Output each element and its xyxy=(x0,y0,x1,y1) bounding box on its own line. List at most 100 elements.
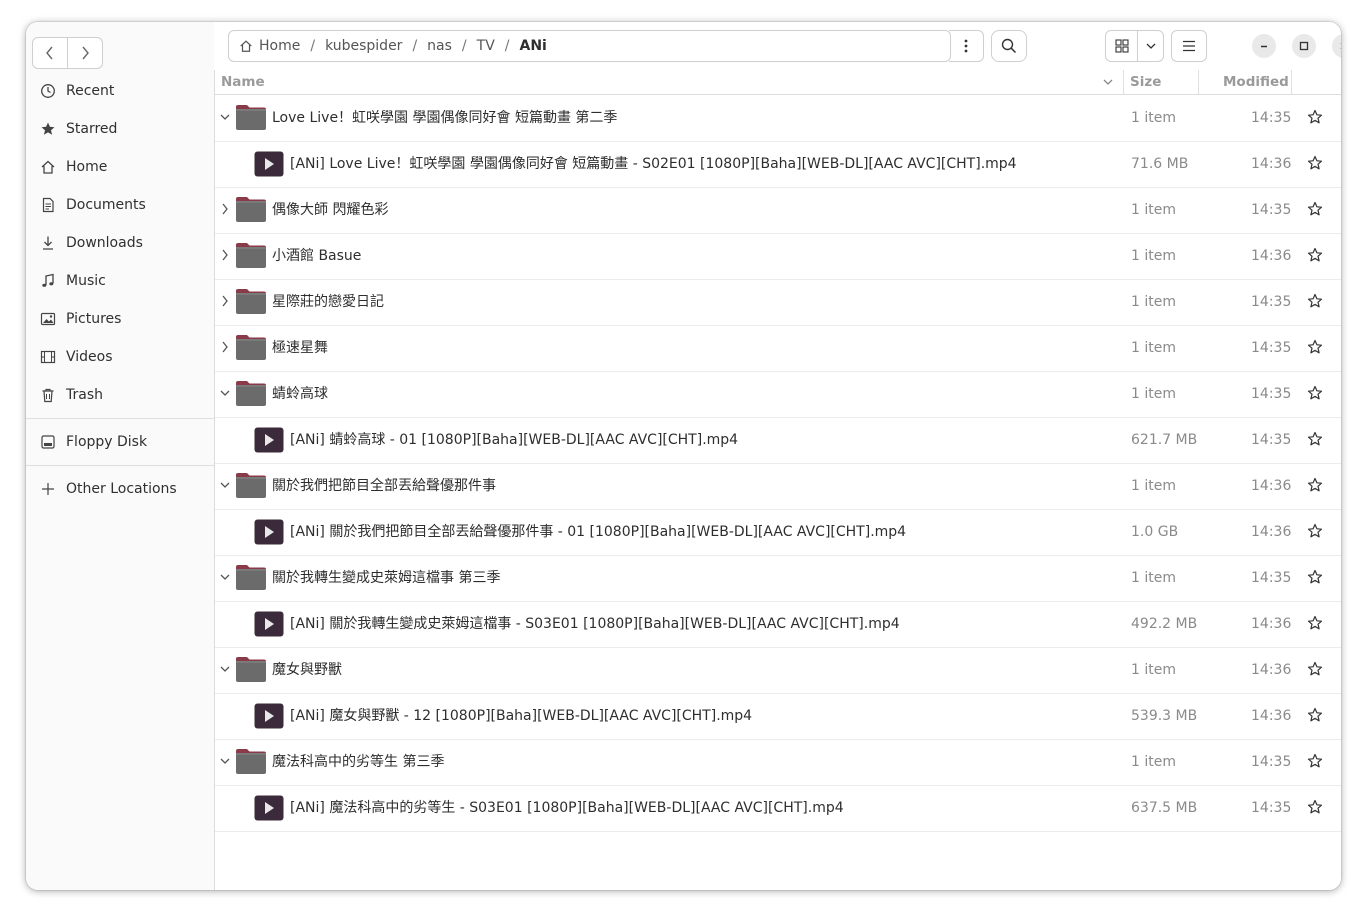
sidebar-item-downloads[interactable]: Downloads xyxy=(34,228,206,258)
star-outline-icon[interactable] xyxy=(1307,339,1325,357)
file-row[interactable]: [ANi] 蜻蛉高球 - 01 [1080P][Baha][WEB-DL][AA… xyxy=(215,417,1341,464)
chevron-down-icon[interactable] xyxy=(219,661,231,677)
folder-row[interactable]: 偶像大師 閃耀色彩 1 item 14:35 xyxy=(215,187,1341,234)
modified-cell: 14:35 xyxy=(1251,432,1292,448)
modified-cell: 14:35 xyxy=(1251,202,1292,218)
star-outline-icon[interactable] xyxy=(1307,523,1325,541)
chevron-right-icon xyxy=(82,46,89,60)
chevron-right-icon[interactable] xyxy=(219,293,231,309)
file-row[interactable]: [ANi] Love Live！虹咲學園 學園偶像同好會 短篇動畫 - S02E… xyxy=(215,141,1341,188)
star-outline-icon[interactable] xyxy=(1307,753,1325,771)
sidebar-item-other-locations[interactable]: Other Locations xyxy=(34,474,206,504)
file-name: [ANi] 魔女與野獸 - 12 [1080P][Baha][WEB-DL][A… xyxy=(290,708,753,724)
star-outline-icon[interactable] xyxy=(1307,431,1325,449)
breadcrumb-home[interactable]: Home xyxy=(259,38,300,54)
sidebar-item-music[interactable]: Music xyxy=(34,266,206,296)
sidebar-item-videos[interactable]: Videos xyxy=(34,342,206,372)
file-row[interactable]: [ANi] 魔法科高中的劣等生 - S03E01 [1080P][Baha][W… xyxy=(215,785,1341,832)
chevron-down-icon[interactable] xyxy=(219,753,231,769)
sort-descending-icon[interactable] xyxy=(1103,78,1113,86)
modified-cell: 14:35 xyxy=(1251,754,1292,770)
maximize-button[interactable] xyxy=(1292,34,1316,58)
minimize-button[interactable] xyxy=(1252,34,1276,58)
breadcrumb-kubespider[interactable]: kubespider xyxy=(325,38,402,54)
sidebar-item-recent[interactable]: Recent xyxy=(34,76,206,106)
sidebar-item-label: Trash xyxy=(66,387,103,403)
video-file-icon xyxy=(254,519,284,545)
sidebar-item-trash[interactable]: Trash xyxy=(34,380,206,410)
breadcrumb-tv[interactable]: TV xyxy=(477,38,495,54)
star-outline-icon[interactable] xyxy=(1307,569,1325,587)
folder-row[interactable]: Love Live！虹咲學園 學園偶像同好會 短篇動畫 第二季 1 item 14:… xyxy=(215,95,1341,142)
chevron-right-icon[interactable] xyxy=(219,339,231,355)
size-cell: 1 item xyxy=(1131,110,1176,126)
chevron-down-icon[interactable] xyxy=(219,385,231,401)
size-cell: 1 item xyxy=(1131,754,1176,770)
modified-cell: 14:35 xyxy=(1251,340,1292,356)
folder-row[interactable]: 星際莊的戀愛日記 1 item 14:35 xyxy=(215,279,1341,326)
star-outline-icon[interactable] xyxy=(1307,201,1325,219)
sidebar-item-pictures[interactable]: Pictures xyxy=(34,304,206,334)
size-cell: 492.2 MB xyxy=(1131,616,1198,632)
folder-name: 偶像大師 閃耀色彩 xyxy=(272,202,389,218)
folder-row[interactable]: 關於我們把節目全部丟給聲優那件事 1 item 14:36 xyxy=(215,463,1341,510)
chevron-down-icon xyxy=(1146,43,1155,49)
star-icon xyxy=(38,119,58,139)
folder-row[interactable]: 關於我轉生變成史萊姆這檔事 第三季 1 item 14:35 xyxy=(215,555,1341,602)
column-header-name[interactable]: Name xyxy=(221,70,265,94)
home-icon xyxy=(38,157,58,177)
star-outline-icon[interactable] xyxy=(1307,247,1325,265)
folder-row[interactable]: 魔女與野獸 1 item 14:36 xyxy=(215,647,1341,694)
chevron-down-icon[interactable] xyxy=(219,569,231,585)
star-outline-icon[interactable] xyxy=(1307,477,1325,495)
chevron-down-icon[interactable] xyxy=(219,109,231,125)
star-outline-icon[interactable] xyxy=(1307,707,1325,725)
path-menu-button[interactable] xyxy=(949,30,984,62)
picture-icon xyxy=(38,309,58,329)
folder-row[interactable]: 蜻蛉高球 1 item 14:35 xyxy=(215,371,1341,418)
column-header-modified[interactable]: Modified xyxy=(1223,70,1289,94)
sidebar-item-home[interactable]: Home xyxy=(34,152,206,182)
column-header-size[interactable]: Size xyxy=(1130,70,1161,94)
sidebar-item-starred[interactable]: Starred xyxy=(34,114,206,144)
chevron-right-icon[interactable] xyxy=(219,201,231,217)
star-outline-icon[interactable] xyxy=(1307,385,1325,403)
sidebar-item-label: Downloads xyxy=(66,235,143,251)
sidebar-item-documents[interactable]: Documents xyxy=(34,190,206,220)
folder-row[interactable]: 魔法科高中的劣等生 第三季 1 item 14:35 xyxy=(215,739,1341,786)
main-menu-button[interactable] xyxy=(1171,30,1207,62)
video-file-icon xyxy=(254,611,284,637)
music-icon xyxy=(38,271,58,291)
folder-row[interactable]: 小酒館 Basue 1 item 14:36 xyxy=(215,233,1341,280)
folder-row[interactable]: 極速星舞 1 item 14:35 xyxy=(215,325,1341,372)
breadcrumb-current[interactable]: ANi xyxy=(520,38,547,54)
search-button[interactable] xyxy=(991,30,1027,62)
folder-icon xyxy=(235,655,267,683)
chevron-right-icon[interactable] xyxy=(219,247,231,263)
sidebar-item-label: Pictures xyxy=(66,311,122,327)
back-button[interactable] xyxy=(32,37,68,69)
breadcrumb-nas[interactable]: nas xyxy=(427,38,452,54)
star-outline-icon[interactable] xyxy=(1307,155,1325,173)
forward-button[interactable] xyxy=(68,37,103,69)
file-row[interactable]: [ANi] 關於我轉生變成史萊姆這檔事 - S03E01 [1080P][Bah… xyxy=(215,601,1341,648)
chevron-down-icon[interactable] xyxy=(219,477,231,493)
star-outline-icon[interactable] xyxy=(1307,661,1325,679)
size-cell: 1 item xyxy=(1131,570,1176,586)
folder-name: 星際莊的戀愛日記 xyxy=(272,294,384,310)
modified-cell: 14:36 xyxy=(1251,156,1292,172)
star-outline-icon[interactable] xyxy=(1307,109,1325,127)
size-cell: 1 item xyxy=(1131,662,1176,678)
sidebar-item-label: Videos xyxy=(66,349,113,365)
file-row[interactable]: [ANi] 魔女與野獸 - 12 [1080P][Baha][WEB-DL][A… xyxy=(215,693,1341,740)
close-button[interactable] xyxy=(1332,34,1341,58)
file-row[interactable]: [ANi] 關於我們把節目全部丟給聲優那件事 - 01 [1080P][Baha… xyxy=(215,509,1341,556)
view-options-button[interactable] xyxy=(1137,30,1164,62)
view-grid-button[interactable] xyxy=(1105,30,1139,62)
star-outline-icon[interactable] xyxy=(1307,799,1325,817)
file-name: [ANi] Love Live！虹咲學園 學園偶像同好會 短篇動畫 - S02E… xyxy=(290,156,1017,172)
sidebar-item-label: Home xyxy=(66,159,108,175)
sidebar-item-floppy-disk[interactable]: Floppy Disk xyxy=(34,427,206,457)
star-outline-icon[interactable] xyxy=(1307,293,1325,311)
star-outline-icon[interactable] xyxy=(1307,615,1325,633)
